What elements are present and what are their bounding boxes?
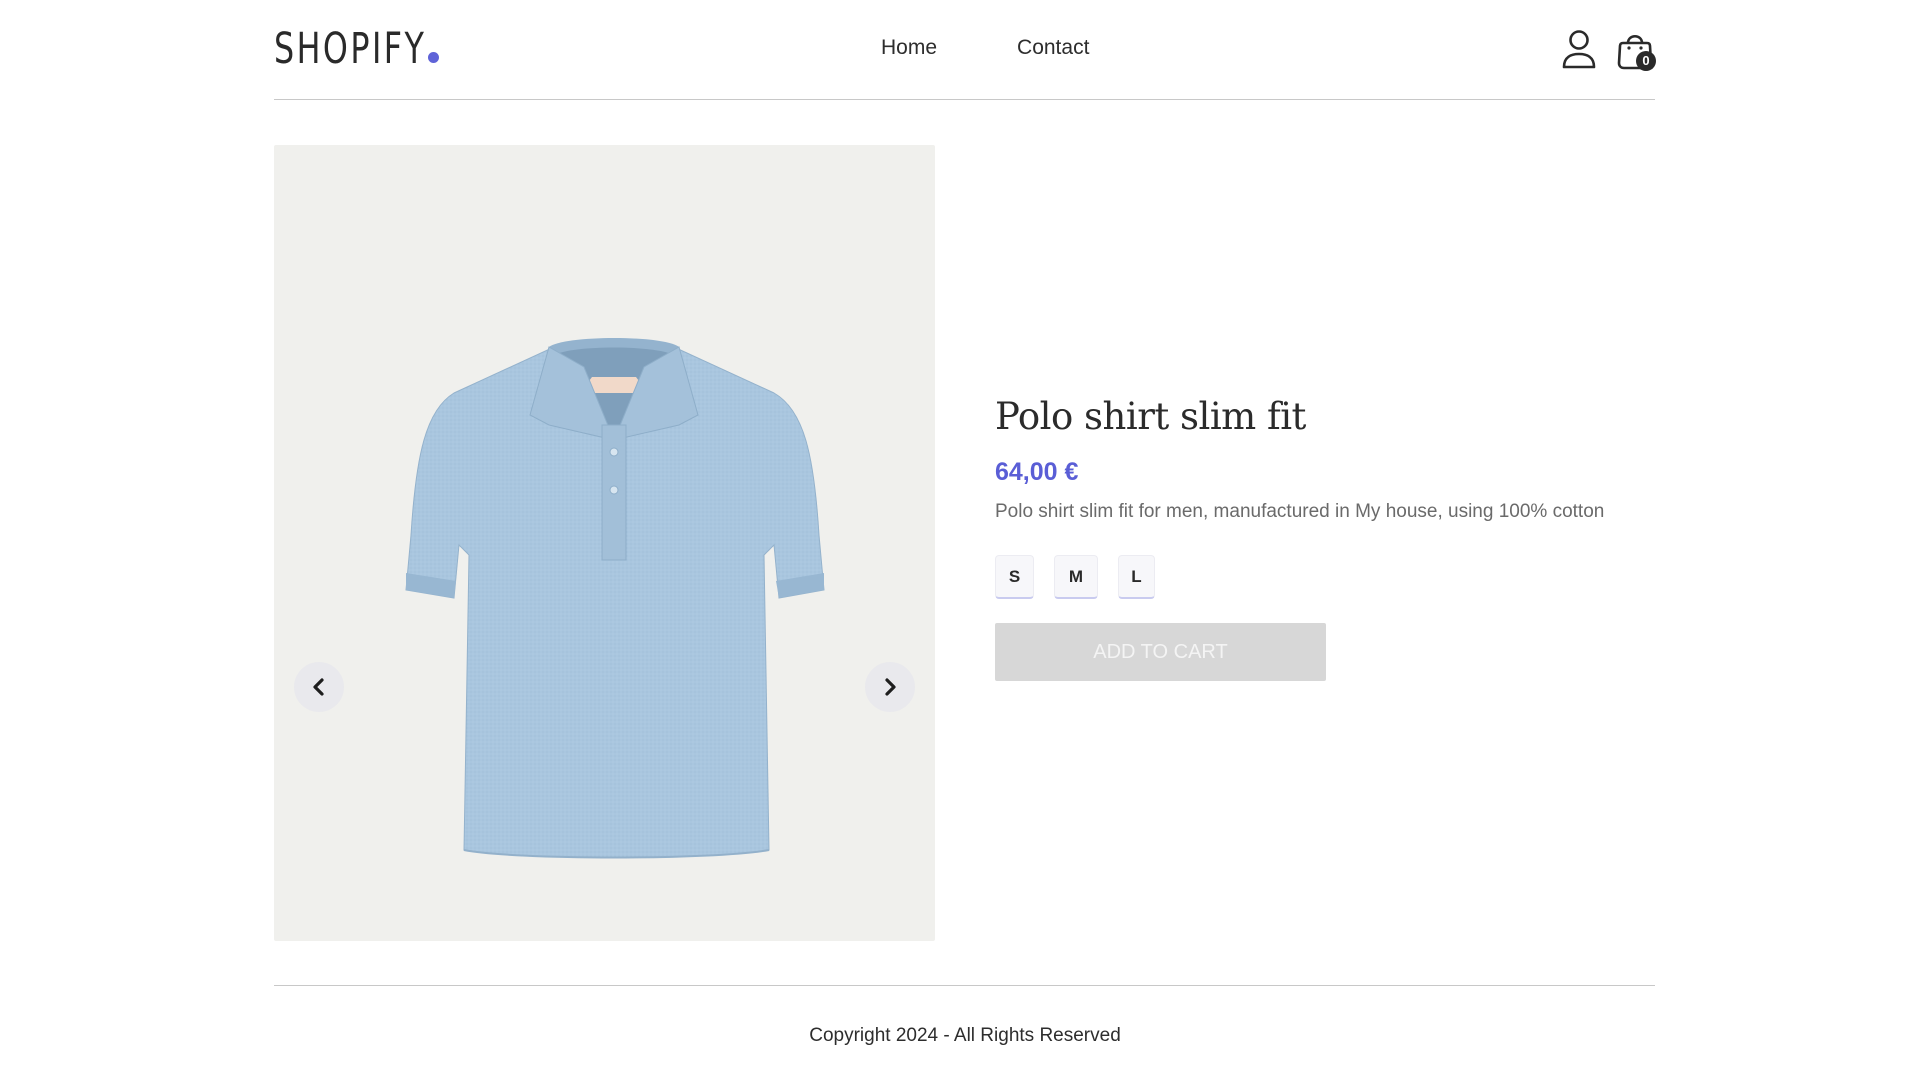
chevron-left-icon	[313, 678, 324, 696]
size-selector: S M L	[995, 555, 1655, 599]
product-image-gallery	[274, 145, 935, 941]
logo-text: SHOPIFY	[274, 24, 427, 74]
user-icon	[1562, 30, 1596, 69]
previous-image-button[interactable]	[294, 662, 344, 712]
size-option-s[interactable]: S	[995, 555, 1034, 599]
size-option-m[interactable]: M	[1054, 555, 1098, 599]
product-price: 64,00 €	[995, 458, 1079, 486]
add-to-cart-button[interactable]: ADD TO CART	[995, 623, 1326, 681]
cart-count-badge: 0	[1636, 51, 1656, 71]
product-image	[405, 338, 825, 859]
account-button[interactable]	[1560, 29, 1598, 71]
chevron-right-icon	[885, 678, 896, 696]
logo-dot	[427, 52, 439, 63]
product-details: Polo shirt slim fit 64,00 € Polo shirt s…	[995, 395, 1655, 681]
nav-link-home[interactable]: Home	[881, 36, 937, 60]
next-image-button[interactable]	[865, 662, 915, 712]
size-option-l[interactable]: L	[1118, 555, 1155, 599]
logo[interactable]: SHOPIFY	[274, 24, 439, 74]
nav-link-contact[interactable]: Contact	[1017, 36, 1089, 60]
product-description: Polo shirt slim fit for men, manufacture…	[995, 501, 1605, 522]
product-title: Polo shirt slim fit	[995, 395, 1306, 438]
copyright-text: Copyright 2024 - All Rights Reserved	[809, 1025, 1121, 1046]
footer-divider	[274, 985, 1655, 986]
main-nav: Home Contact	[881, 36, 1089, 60]
cart-button[interactable]: 0	[1616, 29, 1656, 71]
site-header: SHOPIFY Home Contact 0	[274, 0, 1656, 100]
